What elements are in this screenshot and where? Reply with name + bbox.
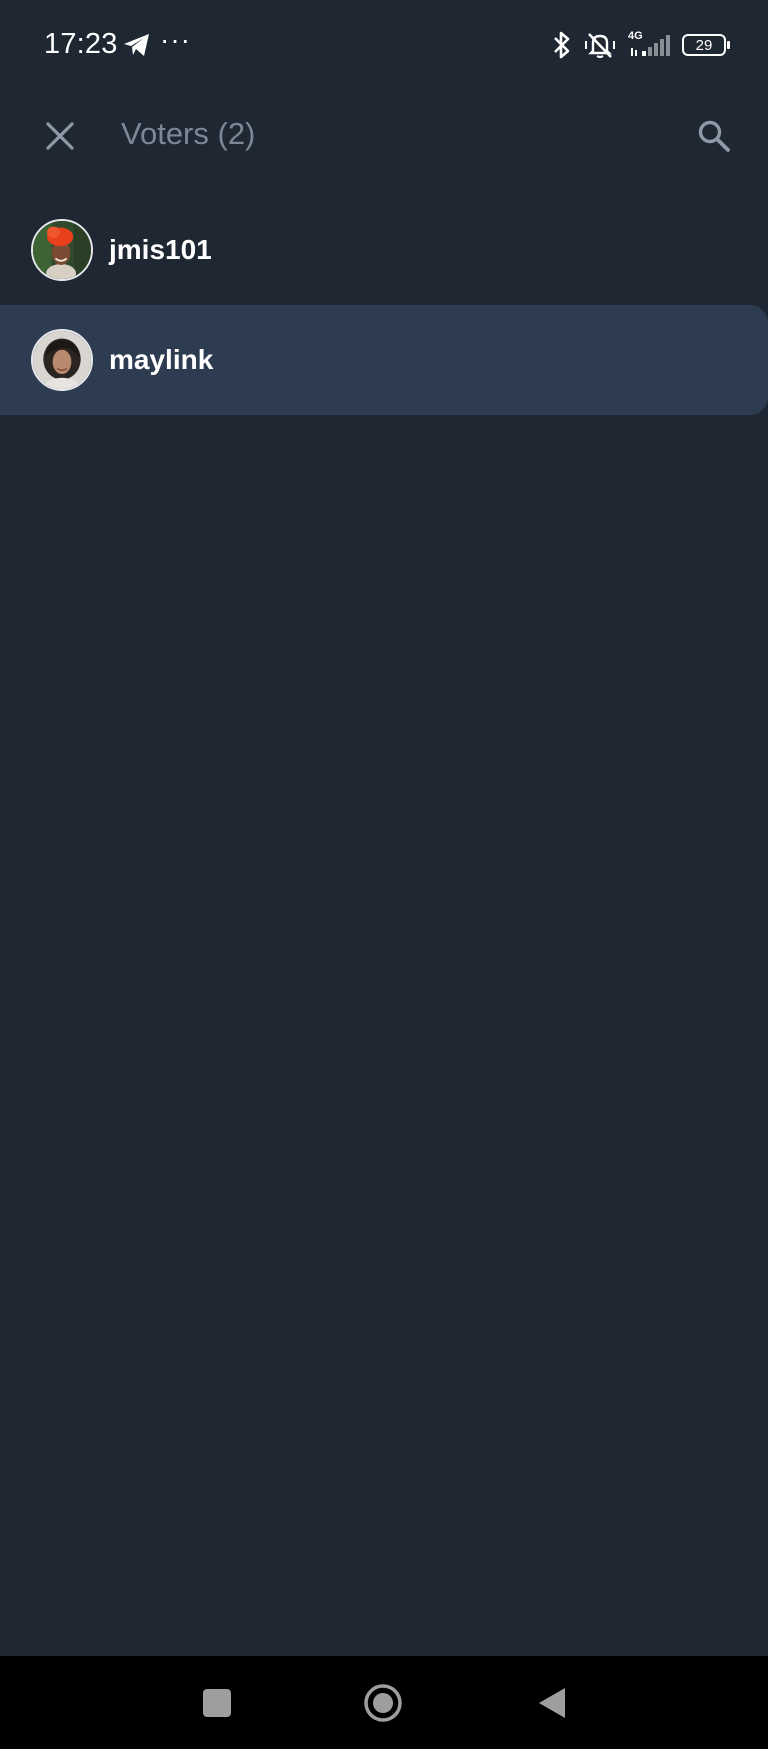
voters-screen: 17:23 ··· 4G 29 Voters (2) jmis101 mayli… [0, 0, 768, 1749]
telegram-icon [122, 32, 152, 58]
avatar [31, 219, 93, 281]
more-notifications-icon: ··· [160, 24, 191, 55]
toolbar: Voters (2) [0, 92, 768, 178]
battery-level: 29 [695, 36, 713, 54]
search-icon [698, 120, 730, 152]
status-bar: 17:23 ··· 4G 29 [0, 0, 768, 92]
back-icon [539, 1688, 565, 1718]
battery-icon: 29 [682, 34, 730, 56]
status-time: 17:23 [44, 28, 118, 60]
signal-icon: 4G [628, 30, 670, 60]
voter-list: jmis101 maylink [0, 195, 768, 415]
voter-name: jmis101 [109, 234, 212, 265]
search-button[interactable] [690, 112, 738, 160]
recents-icon [203, 1689, 231, 1717]
voter-row-maylink[interactable]: maylink [0, 305, 768, 415]
page-title: Voters (2) [121, 116, 256, 151]
close-button[interactable] [36, 112, 84, 160]
home-icon [364, 1684, 402, 1722]
voter-name: maylink [109, 344, 214, 375]
back-button[interactable] [527, 1678, 577, 1728]
home-button[interactable] [358, 1678, 408, 1728]
navigation-bar [0, 1656, 768, 1749]
status-icons: 4G 29 [552, 28, 730, 62]
voter-row-jmis101[interactable]: jmis101 [0, 195, 768, 305]
avatar [31, 329, 93, 391]
bluetooth-icon [552, 30, 572, 60]
close-icon [46, 122, 74, 150]
vibrate-mute-icon [584, 30, 616, 60]
recents-button[interactable] [192, 1678, 242, 1728]
